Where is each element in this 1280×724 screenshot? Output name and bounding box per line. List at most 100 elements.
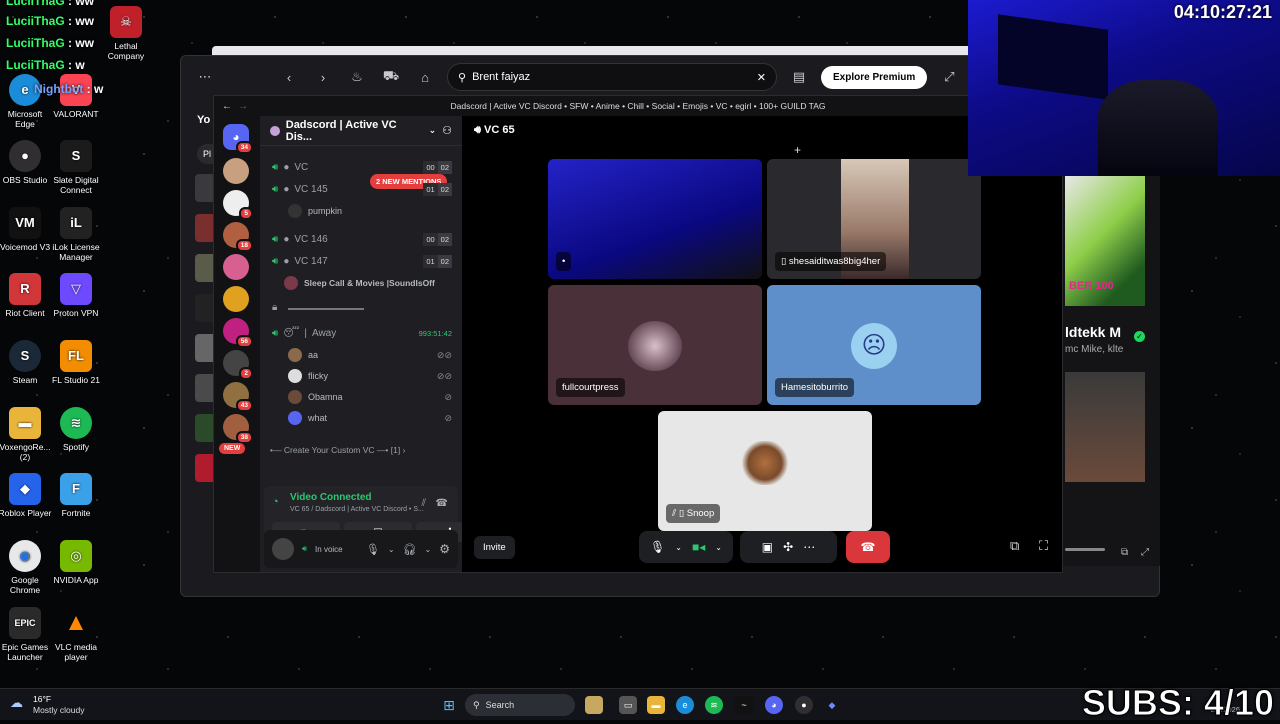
desktop-icon-voicemod[interactable]: VM Voicemod V3 bbox=[0, 207, 53, 252]
chevron-down-icon[interactable]: ⌄ bbox=[675, 543, 682, 552]
video-tile[interactable]: ▯ shesaiditwas8big4her bbox=[767, 159, 981, 279]
create-vc-channel[interactable]: •— Create Your Custom VC —• [1] › bbox=[270, 445, 405, 455]
taskbar-search[interactable]: ⚲ Search bbox=[465, 694, 575, 716]
server-icon[interactable]: 5 bbox=[223, 190, 253, 220]
desktop-icon-nvidia[interactable]: ◎ NVIDIA App bbox=[48, 540, 104, 585]
noise-suppression-icon[interactable]: ⫽ bbox=[422, 498, 426, 509]
server-header[interactable]: Dadscord | Active VC Dis... ⌄ ⚇ bbox=[260, 116, 462, 146]
edge-icon[interactable]: e bbox=[676, 696, 694, 714]
voice-user[interactable]: Obamna ⊘ bbox=[288, 388, 452, 406]
search-input[interactable]: ⚲ Brent faiyaz ✕ bbox=[447, 63, 777, 91]
voice-channel[interactable]: 🔊︎ ● VC 147 01 02 bbox=[272, 252, 452, 270]
chevron-down-icon[interactable]: ⌄ bbox=[715, 543, 722, 552]
desktop-icon-ilok[interactable]: iL iLok License Manager bbox=[48, 207, 104, 262]
desktop-icon-vlc[interactable]: ▲ VLC media player bbox=[48, 607, 104, 663]
server-icon[interactable] bbox=[223, 254, 249, 280]
mic-icon[interactable]: 🎙︎ bbox=[650, 540, 665, 554]
weather-temp[interactable]: 16°F bbox=[33, 694, 51, 704]
voice-channel[interactable]: 🔊︎ ● VC 00 02 bbox=[272, 158, 452, 176]
back-icon[interactable]: ← bbox=[222, 101, 232, 112]
desktop-icon-lethal-company[interactable]: ☠ Lethal Company bbox=[98, 6, 154, 61]
camera-icon[interactable]: ■◂ bbox=[692, 540, 705, 554]
voice-tile[interactable]: fullcourtpress bbox=[548, 285, 762, 405]
volume-slider[interactable] bbox=[1065, 548, 1105, 551]
desktop-icon-obs-studio[interactable]: ● OBS Studio bbox=[0, 140, 53, 185]
home-icon[interactable]: ⌂ bbox=[413, 65, 437, 89]
invite-button[interactable]: Invite bbox=[474, 536, 515, 559]
voice-tile[interactable]: ☹ Hamesitoburrito bbox=[767, 285, 981, 405]
server-icon[interactable]: 38 bbox=[223, 414, 253, 444]
server-icon[interactable]: 18 bbox=[223, 222, 253, 252]
fullscreen-icon[interactable]: ⛶ bbox=[1039, 538, 1048, 554]
fire-icon[interactable]: ♨ bbox=[345, 65, 369, 89]
voice-user[interactable]: pumpkin bbox=[288, 202, 452, 220]
weather-icon[interactable]: ☁ bbox=[10, 695, 23, 711]
server-icon[interactable] bbox=[223, 286, 249, 312]
desktop-icon-riot-client[interactable]: R Riot Client bbox=[0, 273, 53, 318]
video-tile[interactable]: ⫽ ▯ Snoop bbox=[658, 411, 872, 531]
new-unreads-badge[interactable]: NEW bbox=[219, 443, 246, 454]
desktop-icon-fortnite[interactable]: F Fortnite bbox=[48, 473, 104, 518]
video-tile[interactable]: • bbox=[548, 159, 762, 279]
disconnect-button[interactable]: ☎ bbox=[846, 531, 890, 563]
cart-icon[interactable]: ⛟ bbox=[379, 65, 403, 89]
vc-location[interactable]: VC 65 / Dadscord | Active VC Discord • S… bbox=[290, 506, 424, 513]
desktop-icon-roblox[interactable]: ◆ Roblox Player bbox=[0, 473, 53, 518]
mic-icon[interactable]: 🎙︎ bbox=[366, 543, 380, 556]
voice-channel-away[interactable]: 🔊︎ 😴 | Away 993:51:42 bbox=[272, 324, 452, 342]
desktop-icon-fl-studio[interactable]: FL FL Studio 21 bbox=[48, 340, 104, 385]
back-icon[interactable]: ‹ bbox=[277, 65, 301, 89]
discord-icon[interactable]: ◕ bbox=[765, 696, 783, 714]
explore-premium-button[interactable]: Explore Premium bbox=[821, 65, 928, 89]
discord-home-icon[interactable]: ◕ 34 bbox=[223, 124, 253, 154]
desktop-icon-chrome[interactable]: ◉ Google Chrome bbox=[0, 540, 53, 595]
server-icon[interactable]: 56 bbox=[223, 318, 253, 348]
file-explorer-icon[interactable]: ▬ bbox=[647, 696, 665, 714]
desktop-icon-slate-digital[interactable]: S Slate Digital Connect bbox=[48, 140, 104, 195]
voice-user[interactable]: flicky ⊘⊘ bbox=[288, 367, 452, 385]
activities-icon[interactable]: ✣ bbox=[783, 540, 793, 554]
avatar[interactable] bbox=[272, 538, 294, 560]
server-icon[interactable]: 2 bbox=[223, 350, 253, 380]
more-icon[interactable]: ⋯ bbox=[803, 540, 815, 554]
artist-title[interactable]: ldtekk M bbox=[1065, 324, 1121, 340]
voice-user[interactable]: aa ⊘⊘ bbox=[288, 346, 452, 364]
app-icon[interactable]: ◆ bbox=[823, 696, 841, 714]
voice-user[interactable]: what ⊘ bbox=[288, 409, 452, 427]
clear-icon[interactable]: ✕ bbox=[757, 71, 766, 84]
voicemod-icon[interactable]: ~ bbox=[735, 696, 753, 714]
headphones-icon[interactable]: 🎧︎ bbox=[403, 543, 417, 556]
voice-channel[interactable]: 🔊︎ ● VC 145 01 02 bbox=[272, 180, 452, 198]
disconnect-icon[interactable]: ☎ bbox=[436, 498, 448, 509]
desktop-icon-proton-vpn[interactable]: ▽ Proton VPN bbox=[48, 273, 104, 318]
task-view-icon[interactable]: ▭ bbox=[619, 696, 637, 714]
voice-channel[interactable]: 🔊︎ ● VC 146 00 02 bbox=[272, 230, 452, 248]
task-app-icon[interactable] bbox=[585, 696, 603, 714]
browse-icon[interactable]: ▤ bbox=[787, 65, 811, 89]
forward-icon[interactable]: › bbox=[311, 65, 335, 89]
forward-icon[interactable]: → bbox=[238, 101, 248, 112]
weather-desc[interactable]: Mostly cloudy bbox=[33, 705, 85, 715]
more-icon[interactable]: ⋯ bbox=[193, 65, 217, 89]
add-member-icon[interactable]: ⚇ bbox=[442, 124, 452, 137]
popout-icon[interactable]: ⧉ bbox=[1010, 538, 1019, 554]
start-icon[interactable]: ⊞ bbox=[440, 696, 458, 714]
desktop-icon-spotify[interactable]: ≋ Spotify bbox=[48, 407, 104, 452]
screenshare-icon[interactable]: ▣ bbox=[762, 540, 773, 554]
mini-player-icon[interactable]: ⧉ bbox=[1121, 547, 1128, 558]
spotify-icon[interactable]: ≋ bbox=[705, 696, 723, 714]
voice-user[interactable]: Sleep Call & Movies |SoundIsOff bbox=[284, 274, 452, 292]
chevron-down-icon[interactable]: ⌄ bbox=[388, 545, 395, 554]
desktop-icon-epic-games[interactable]: EPIC Epic Games Launcher bbox=[0, 607, 53, 662]
desktop-icon-valorant[interactable]: V VALORANT bbox=[48, 74, 104, 119]
obs-icon[interactable]: ● bbox=[795, 696, 813, 714]
gear-icon[interactable]: ⚙ bbox=[439, 542, 450, 556]
desktop-icon-steam[interactable]: S Steam bbox=[0, 340, 53, 385]
chevron-down-icon[interactable]: ⌄ bbox=[425, 545, 432, 554]
server-icon[interactable]: 43 bbox=[223, 382, 253, 412]
server-icon[interactable] bbox=[223, 158, 249, 184]
fullscreen-icon[interactable]: ⤢ bbox=[1141, 547, 1149, 558]
signal-icon[interactable]: ◔ bbox=[272, 496, 279, 508]
expand-icon[interactable]: ⤢ bbox=[937, 65, 961, 89]
desktop-icon-voxengo[interactable]: ▬ VoxengoRe... (2) bbox=[0, 407, 53, 462]
